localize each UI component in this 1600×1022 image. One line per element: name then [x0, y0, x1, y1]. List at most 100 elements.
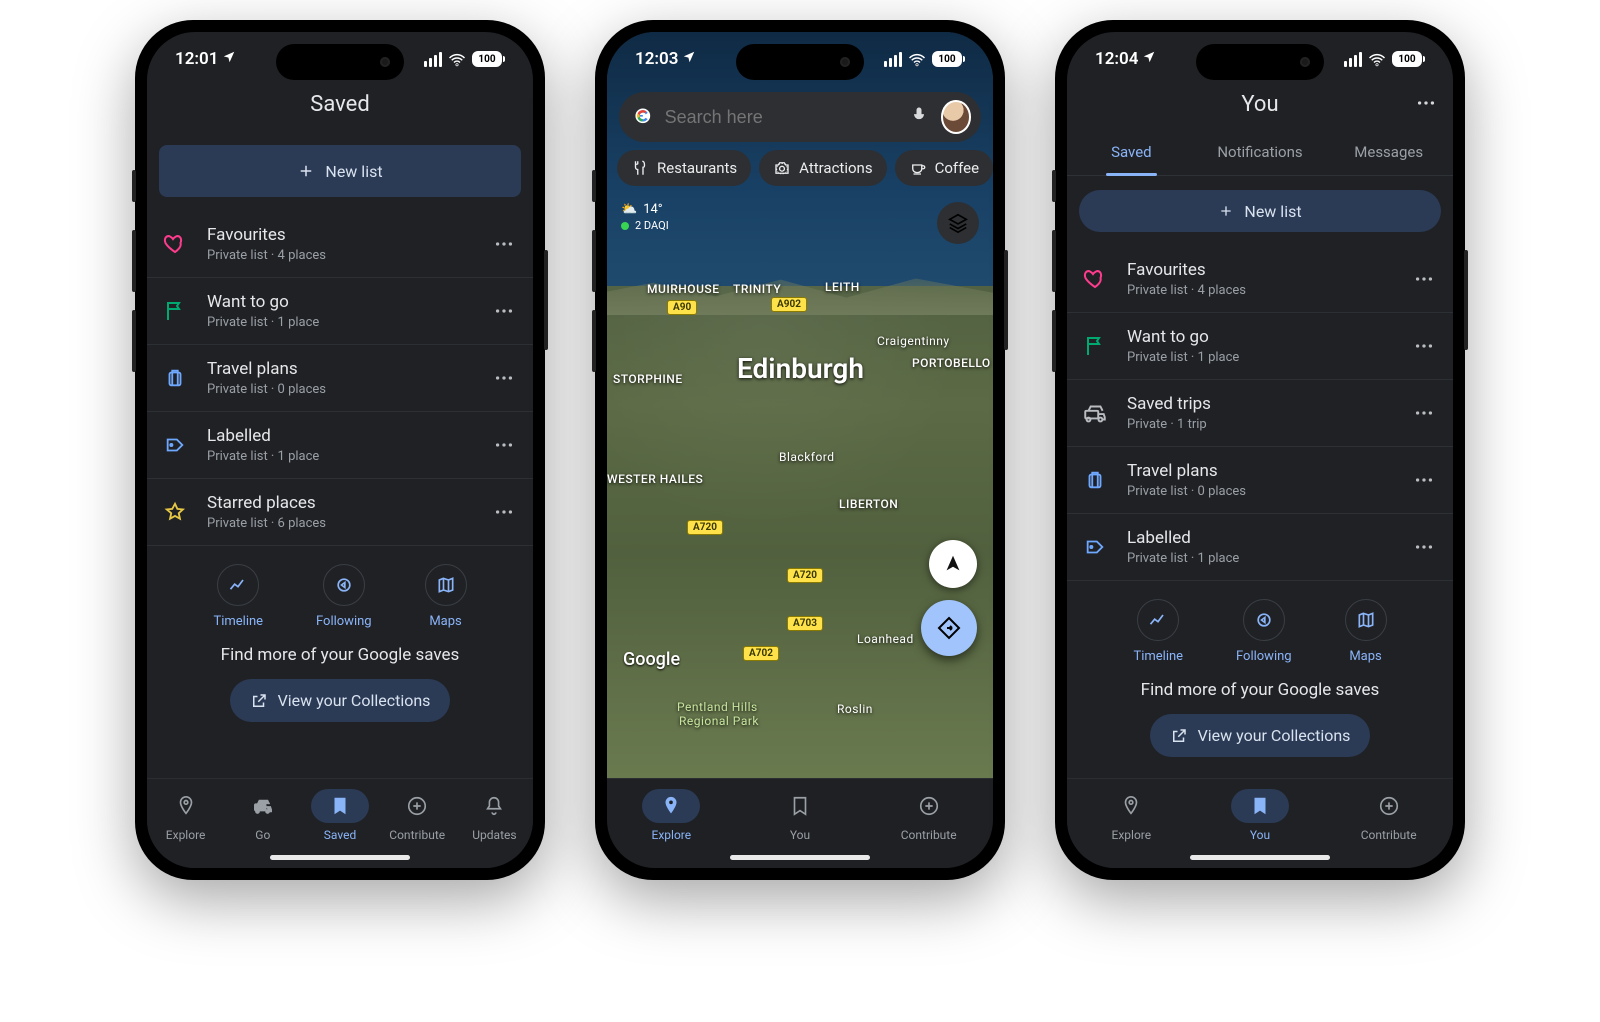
tab-messages[interactable]: Messages	[1324, 131, 1453, 175]
map-canvas[interactable]: 12:03 100 Restaurants Attrac	[607, 32, 993, 778]
list-item[interactable]: Starred placesPrivate list · 6 places	[147, 479, 533, 546]
battery-icon: 100	[932, 51, 965, 67]
view-collections-button[interactable]: View your Collections	[1150, 714, 1371, 757]
more-icon[interactable]	[493, 300, 515, 322]
google-logo-icon	[633, 106, 653, 128]
list-subtitle: Private list · 1 place	[207, 449, 477, 464]
timeline-icon	[1148, 610, 1168, 630]
open-external-icon	[250, 692, 268, 710]
search-input[interactable]	[665, 107, 897, 128]
new-list-button[interactable]: New list	[159, 145, 521, 197]
heart-icon	[1079, 267, 1111, 291]
quick-label: Maps	[1349, 649, 1381, 664]
tab-explore[interactable]: Explore	[607, 789, 736, 842]
list-title: Travel plans	[1127, 461, 1397, 481]
tab-explore[interactable]: Explore	[1067, 789, 1196, 842]
more-icon[interactable]	[1413, 268, 1435, 290]
list-subtitle: Private list · 1 place	[207, 315, 477, 330]
list-title: Favourites	[207, 225, 477, 245]
more-icon[interactable]	[1413, 536, 1435, 558]
tab-updates[interactable]: Updates	[456, 789, 533, 842]
tab-contribute[interactable]: Contribute	[379, 789, 456, 842]
list-item[interactable]: FavouritesPrivate list · 4 places	[1067, 246, 1453, 313]
directions-button[interactable]	[921, 600, 977, 656]
search-bar[interactable]	[619, 92, 981, 142]
phone-you: 12:04 100 You Saved Notifications Messag…	[1055, 20, 1465, 880]
camera-icon	[773, 159, 791, 177]
list-item[interactable]: Want to goPrivate list · 1 place	[1067, 313, 1453, 380]
quick-links: Timeline Following Maps	[147, 546, 533, 635]
pin-icon	[660, 795, 682, 817]
more-icon[interactable]	[493, 233, 515, 255]
list-subtitle: Private list · 4 places	[207, 248, 477, 263]
wifi-icon	[448, 52, 466, 66]
chip-coffee[interactable]: Coffee	[895, 150, 993, 186]
maps-button[interactable]: Maps	[425, 564, 467, 629]
timeline-button[interactable]: Timeline	[1133, 599, 1183, 664]
dynamic-island	[736, 44, 864, 80]
location-arrow-icon	[942, 553, 964, 575]
saved-lists: Favourites Private list · 4 places Want t…	[147, 211, 533, 546]
list-item[interactable]: Favourites Private list · 4 places	[147, 211, 533, 278]
saved-lists: FavouritesPrivate list · 4 places Want t…	[1067, 246, 1453, 581]
map-label: WESTER HAILES	[607, 472, 703, 486]
bell-icon	[483, 795, 505, 817]
tab-notifications[interactable]: Notifications	[1196, 131, 1325, 175]
map-label: Pentland Hills	[677, 700, 758, 714]
maps-button[interactable]: Maps	[1345, 599, 1387, 664]
chip-restaurants[interactable]: Restaurants	[617, 150, 751, 186]
overflow-menu-button[interactable]	[1415, 92, 1437, 120]
more-icon[interactable]	[493, 501, 515, 523]
road-badge: A703	[787, 616, 823, 631]
timeline-button[interactable]: Timeline	[213, 564, 263, 629]
more-icon[interactable]	[1413, 402, 1435, 424]
tab-you[interactable]: You	[736, 789, 865, 842]
tab-contribute[interactable]: Contribute	[1324, 789, 1453, 842]
list-item[interactable]: Travel plansPrivate list · 0 places	[1067, 447, 1453, 514]
home-indicator[interactable]	[730, 855, 870, 860]
following-button[interactable]: Following	[316, 564, 372, 629]
tab-saved[interactable]: Saved	[1067, 131, 1196, 175]
pin-icon	[1120, 795, 1142, 817]
map-label-edinburgh: Edinburgh	[737, 352, 864, 385]
tab-explore[interactable]: Explore	[147, 789, 224, 842]
tab-saved[interactable]: Saved	[301, 789, 378, 842]
tab-label: Contribute	[901, 828, 957, 842]
tab-contribute[interactable]: Contribute	[864, 789, 993, 842]
more-icon[interactable]	[1413, 335, 1435, 357]
home-indicator[interactable]	[270, 855, 410, 860]
map-label: STORPHINE	[613, 372, 683, 386]
battery-icon: 100	[472, 51, 505, 67]
more-icon[interactable]	[493, 367, 515, 389]
map-label: Regional Park	[679, 714, 759, 728]
find-more-heading: Find more of your Google saves	[147, 635, 533, 679]
list-item[interactable]: LabelledPrivate list · 1 place	[147, 412, 533, 479]
voice-search-button[interactable]	[909, 105, 929, 129]
list-item[interactable]: Want to goPrivate list · 1 place	[147, 278, 533, 345]
chip-attractions[interactable]: Attractions	[759, 150, 886, 186]
tab-label: Explore	[166, 828, 206, 842]
layers-button[interactable]	[937, 202, 979, 244]
quick-label: Maps	[429, 614, 461, 629]
more-icon[interactable]	[1413, 469, 1435, 491]
home-indicator[interactable]	[1190, 855, 1330, 860]
weather-widget[interactable]: ⛅14° 2 DAQI	[621, 202, 669, 232]
list-item[interactable]: Travel plansPrivate list · 0 places	[147, 345, 533, 412]
new-list-button[interactable]: New list	[1079, 190, 1441, 232]
tab-label: Explore	[652, 828, 692, 842]
list-item[interactable]: Saved tripsPrivate · 1 trip	[1067, 380, 1453, 447]
list-item[interactable]: LabelledPrivate list · 1 place	[1067, 514, 1453, 581]
following-button[interactable]: Following	[1236, 599, 1292, 664]
road-badge: A720	[687, 520, 723, 535]
recenter-button[interactable]	[929, 540, 977, 588]
account-avatar[interactable]	[941, 100, 971, 134]
more-icon[interactable]	[493, 434, 515, 456]
tab-label: Contribute	[1361, 828, 1417, 842]
tab-you[interactable]: You	[1196, 789, 1325, 842]
suitcase-icon	[159, 367, 191, 389]
cellular-icon	[424, 52, 442, 67]
plus-icon	[297, 162, 315, 180]
view-collections-button[interactable]: View your Collections	[230, 679, 451, 722]
road-badge: A702	[743, 646, 779, 661]
tab-go[interactable]: Go	[224, 789, 301, 842]
